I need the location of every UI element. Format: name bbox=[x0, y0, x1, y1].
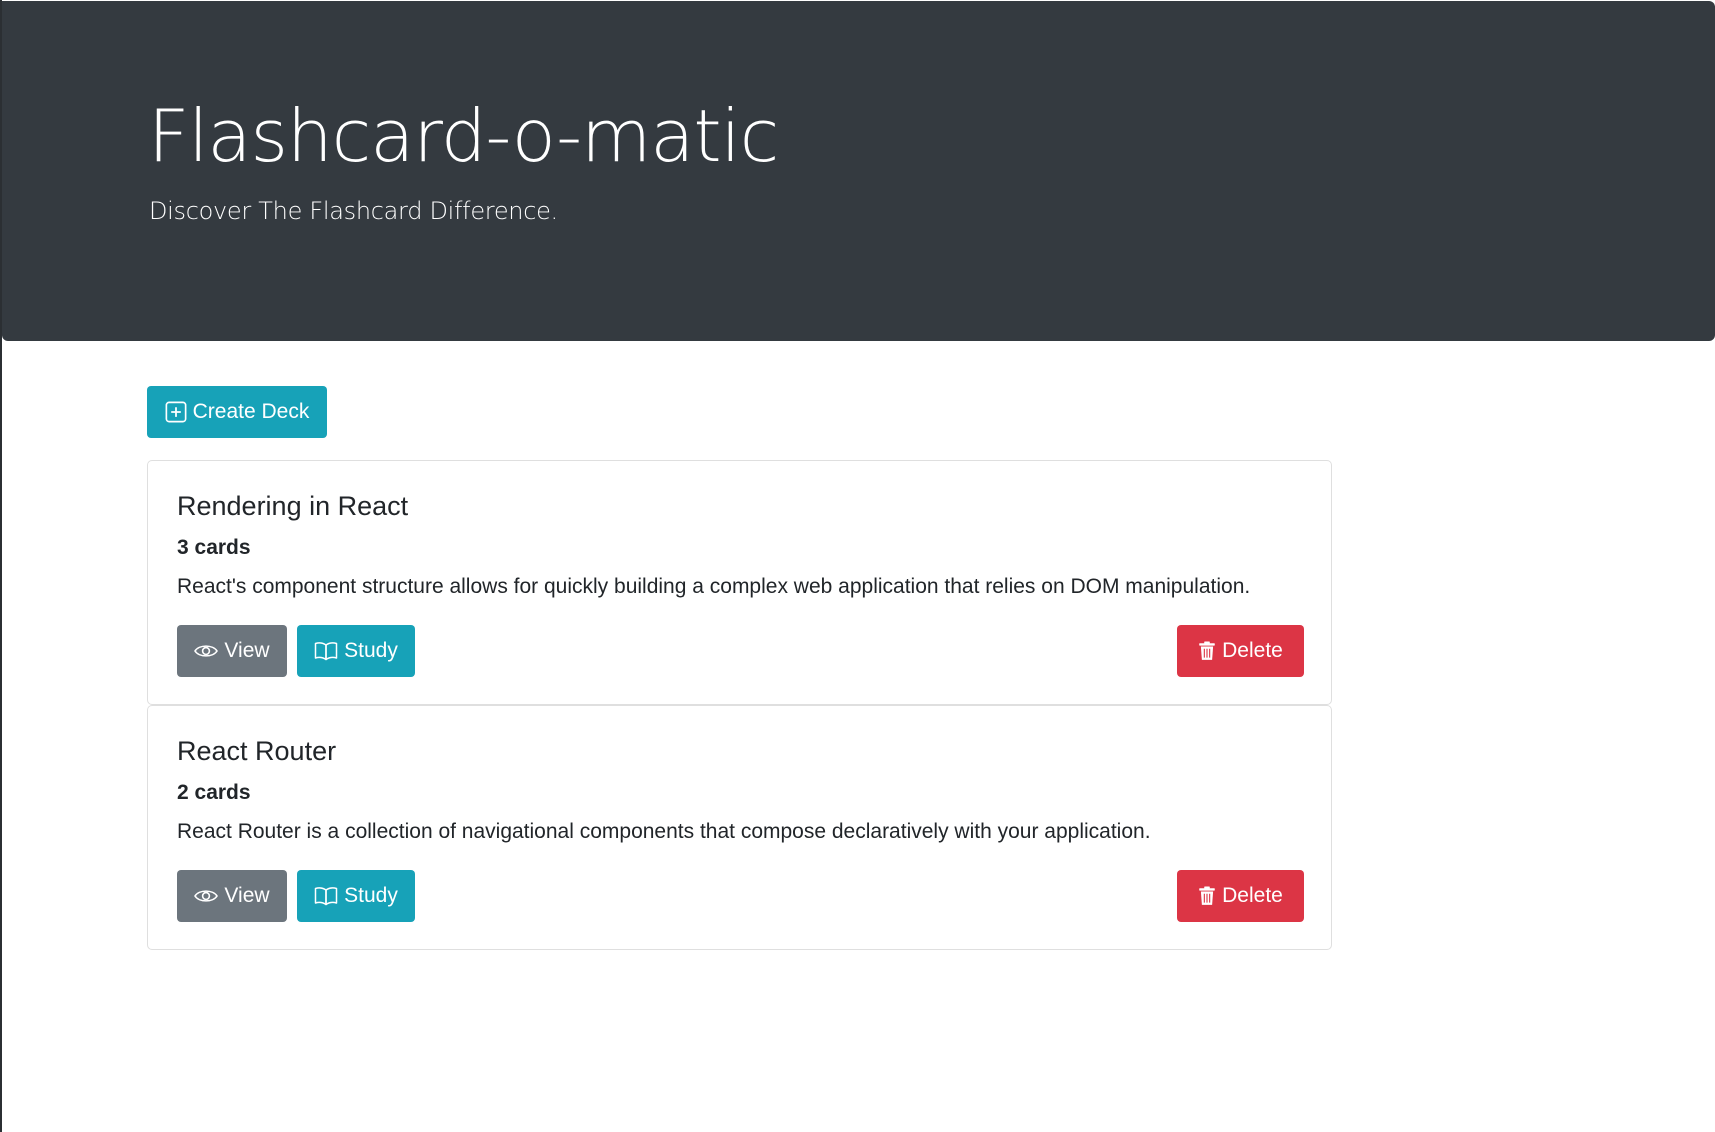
jumbotron-header: Flashcard-o-matic Discover The Flashcard… bbox=[2, 1, 1715, 341]
delete-label: Delete bbox=[1222, 884, 1283, 907]
create-deck-label: Create Deck bbox=[192, 400, 310, 423]
deck-card-count: 2 cards bbox=[177, 781, 251, 804]
deck-title: Rendering in React bbox=[177, 491, 409, 521]
view-deck-button[interactable]: View bbox=[177, 870, 287, 922]
study-deck-button[interactable]: Study bbox=[297, 870, 415, 922]
book-icon bbox=[314, 642, 338, 661]
view-label: View bbox=[224, 639, 270, 662]
eye-icon bbox=[194, 890, 219, 902]
eye-icon bbox=[194, 645, 219, 657]
deck-card: Rendering in React 3 cards React's compo… bbox=[147, 460, 1332, 705]
trash-icon bbox=[1199, 641, 1215, 660]
create-deck-button[interactable]: Create Deck bbox=[147, 386, 327, 438]
view-deck-button[interactable]: View bbox=[177, 625, 287, 677]
trash-icon bbox=[1199, 886, 1215, 905]
study-label: Study bbox=[344, 884, 398, 907]
plus-square-icon bbox=[165, 401, 187, 423]
deck-card: React Router 2 cards React Router is a c… bbox=[147, 705, 1332, 950]
view-label: View bbox=[224, 884, 270, 907]
study-label: Study bbox=[344, 639, 398, 662]
delete-deck-button[interactable]: Delete bbox=[1177, 625, 1304, 677]
app-title: Flashcard-o-matic bbox=[148, 94, 779, 178]
app-tagline: Discover The Flashcard Difference. bbox=[149, 197, 558, 225]
delete-deck-button[interactable]: Delete bbox=[1177, 870, 1304, 922]
study-deck-button[interactable]: Study bbox=[297, 625, 415, 677]
deck-description: React Router is a collection of navigati… bbox=[177, 820, 1151, 843]
deck-description: React's component structure allows for q… bbox=[177, 575, 1251, 598]
deck-title: React Router bbox=[177, 736, 337, 766]
deck-card-count: 3 cards bbox=[177, 536, 251, 559]
book-icon bbox=[314, 887, 338, 906]
delete-label: Delete bbox=[1222, 639, 1283, 662]
